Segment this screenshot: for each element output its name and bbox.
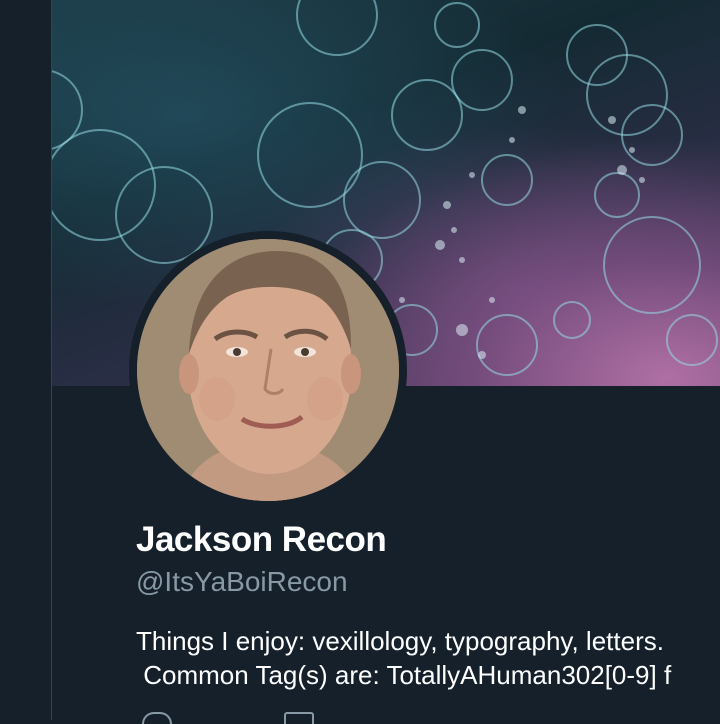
username-handle: @ItsYaBoiRecon xyxy=(136,566,348,597)
profile-page: Jackson Recon @ItsYaBoiRecon Things I en… xyxy=(52,0,720,724)
profile-meta-row xyxy=(136,712,336,724)
display-name: Jackson Recon xyxy=(136,520,387,559)
location-pin-icon xyxy=(142,712,172,724)
bio-line-2: Common Tag(s) are: TotallyAHuman302[0-9]… xyxy=(136,660,672,690)
calendar-icon xyxy=(284,712,314,724)
avatar[interactable] xyxy=(137,239,399,501)
left-sidebar xyxy=(0,0,52,720)
bio-line-1: Things I enjoy: vexillology, typography,… xyxy=(136,626,664,656)
avatar-portrait xyxy=(137,239,399,501)
bio: Things I enjoy: vexillology, typography,… xyxy=(136,624,671,692)
